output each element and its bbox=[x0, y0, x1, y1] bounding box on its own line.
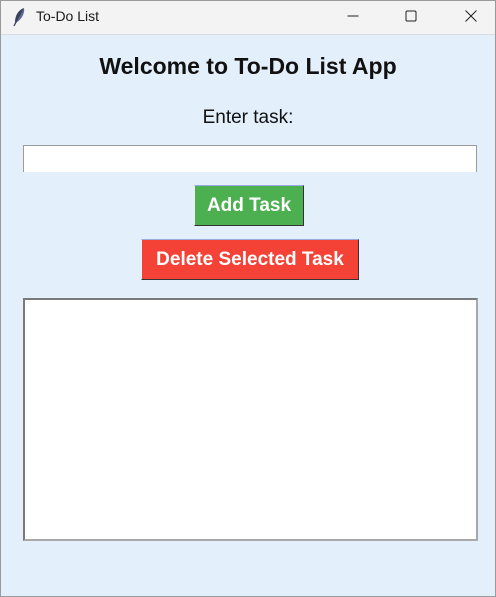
close-icon bbox=[465, 9, 477, 27]
feather-icon bbox=[11, 7, 29, 27]
task-input[interactable] bbox=[23, 145, 477, 172]
minimize-button[interactable] bbox=[330, 1, 376, 34]
page-title: Welcome to To-Do List App bbox=[99, 53, 397, 79]
add-task-button[interactable]: Add Task bbox=[194, 185, 304, 226]
app-window: To-Do List Welcome to To-Do List App Ent… bbox=[0, 0, 496, 597]
minimize-icon bbox=[347, 9, 359, 27]
title-bar[interactable]: To-Do List bbox=[1, 1, 495, 35]
maximize-button[interactable] bbox=[388, 1, 434, 34]
task-listbox[interactable] bbox=[23, 298, 478, 541]
window-title: To-Do List bbox=[36, 8, 100, 24]
close-button[interactable] bbox=[448, 1, 494, 34]
maximize-icon bbox=[405, 9, 417, 27]
task-input-label: Enter task: bbox=[202, 107, 294, 128]
delete-selected-task-button[interactable]: Delete Selected Task bbox=[141, 239, 359, 280]
